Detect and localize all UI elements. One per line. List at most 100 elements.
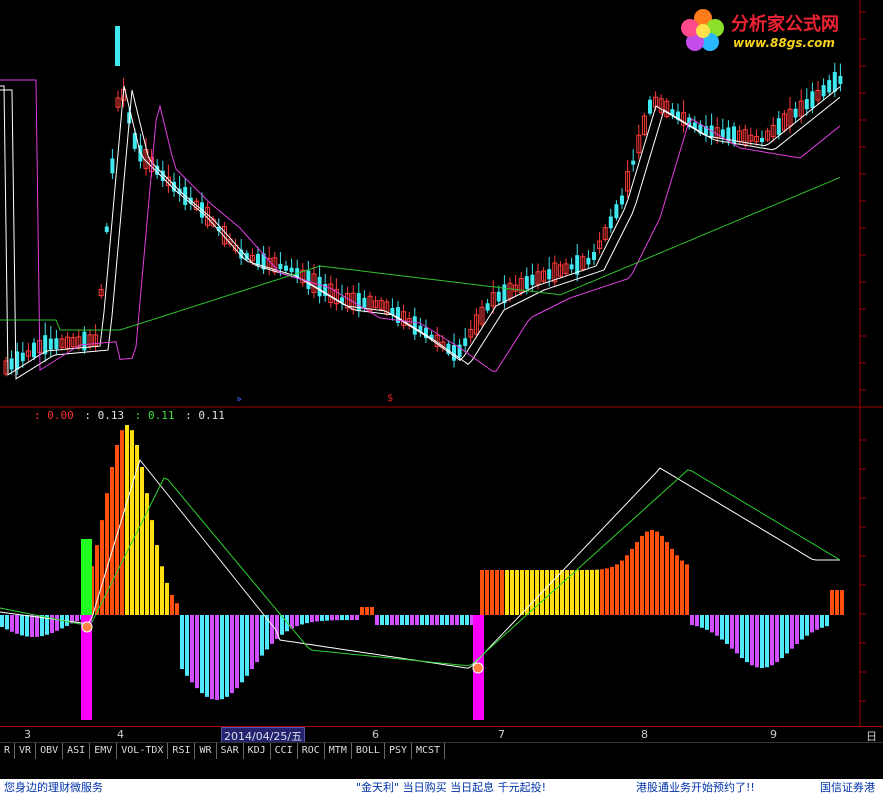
double-arrow-icon: » [236,394,243,405]
tab-vr[interactable]: VR [15,743,37,759]
histogram-bar [830,590,834,615]
histogram-bar [735,615,739,654]
ticker-item-1[interactable]: 您身边的理财微服务 [4,779,103,793]
candle-body [592,252,596,260]
histogram-bar [785,615,789,654]
histogram-bar [60,615,64,629]
candle-body [569,264,574,270]
candle-body [586,257,591,265]
histogram-bar [665,542,669,615]
histogram-bar [155,545,159,615]
histogram-bar [220,615,224,700]
histogram-bar [775,615,779,663]
candle-body [306,270,311,290]
x-tick-label: 3 [24,728,31,741]
price-axis-ticks [860,11,866,702]
histogram-bar [250,615,254,670]
histogram-bar [330,615,334,621]
histogram-bar [110,467,114,615]
histogram-bar [130,430,134,615]
tab-roc[interactable]: ROC [298,743,325,759]
candle-body [284,265,288,271]
histogram-bar [710,615,714,633]
histogram-bar [5,615,9,630]
histogram-bar [580,569,584,615]
candle-body [827,80,832,93]
stock-chart [0,0,883,726]
candle-body [648,99,652,114]
tab-boll[interactable]: BOLL [352,743,385,759]
histogram-bar [420,615,424,625]
tab-asi[interactable]: ASI [63,743,91,759]
signal-dot [472,662,484,674]
tab-psy[interactable]: PSY [385,743,412,759]
histogram-bar [365,607,369,615]
histogram-bar [730,615,734,649]
histogram-bar [190,615,194,683]
histogram-bar [650,530,654,615]
histogram-bar [520,570,524,615]
histogram-bar [20,615,24,636]
histogram-bar [545,570,549,615]
signal-bar [81,539,92,615]
histogram-bar [660,535,664,615]
histogram-bar [55,615,59,631]
candle-body [20,352,25,362]
histogram-bar [620,560,624,615]
ticker-item-2[interactable]: "金天利" 当日购买 当日起息 千元起投! [356,779,546,793]
histogram-bar [305,615,309,624]
candle-body [54,338,59,350]
histogram-bar [160,566,164,615]
tab-emv[interactable]: EMV [90,743,118,759]
candle-body [104,226,109,232]
histogram-bar [210,615,214,700]
histogram-bar [355,615,359,621]
histogram-bar [235,615,239,689]
x-tick-label: 4 [117,728,124,741]
histogram-bar [360,607,364,615]
tab-mcst[interactable]: MCST [412,743,446,759]
histogram-bar [600,569,604,615]
histogram-bar [765,615,769,668]
tab-kdj[interactable]: KDJ [244,743,271,759]
histogram-bar [30,615,34,637]
histogram-bar [745,615,749,663]
histogram-bar [35,615,39,637]
tab-obv[interactable]: OBV [36,743,64,759]
candle-body [524,276,529,290]
ticker-item-3[interactable]: 港股通业务开始预约了!! [636,779,755,793]
histogram-bar [630,548,634,615]
tab-rsi[interactable]: RSI [168,743,196,759]
histogram-bar [140,467,144,615]
indicator-tabs: R VR OBV ASI EMV VOL-TDX RSI WR SAR KDJ CCI ROC MTM B… [0,742,883,759]
candle-body [804,99,809,110]
candle-body [547,269,552,280]
histogram-bar [340,615,344,621]
histogram-bar [505,570,509,615]
candle-body [496,291,501,302]
histogram-bar [0,615,4,627]
histogram-bar [390,615,394,625]
news-ticker: 您身边的理财微服务 "金天利" 当日购买 当日起息 千元起投! 港股通业务开始预… [0,779,883,793]
tab-r[interactable]: R [0,743,16,759]
histogram-bar [15,615,19,634]
histogram-bar [215,615,219,700]
ticker-item-4[interactable]: 国信证券港 [820,779,875,793]
candle-body [289,267,294,273]
candle-body [115,26,120,66]
histogram-bar [695,615,699,627]
tab-wr[interactable]: WR [195,743,217,759]
tab-mtm[interactable]: MTM [325,743,352,759]
histogram-bar [790,615,794,649]
histogram-bar [800,615,804,640]
histogram-bar [150,520,154,615]
histogram-bar [530,570,534,615]
tab-sar[interactable]: SAR [217,743,244,759]
histogram-bar [205,615,209,697]
tab-cci[interactable]: CCI [271,743,298,759]
candle-body [832,71,837,92]
histogram-bar [515,570,519,615]
histogram-bar [610,566,614,615]
tab-vol-tdx[interactable]: VOL-TDX [117,743,169,759]
histogram-bar [460,615,464,625]
